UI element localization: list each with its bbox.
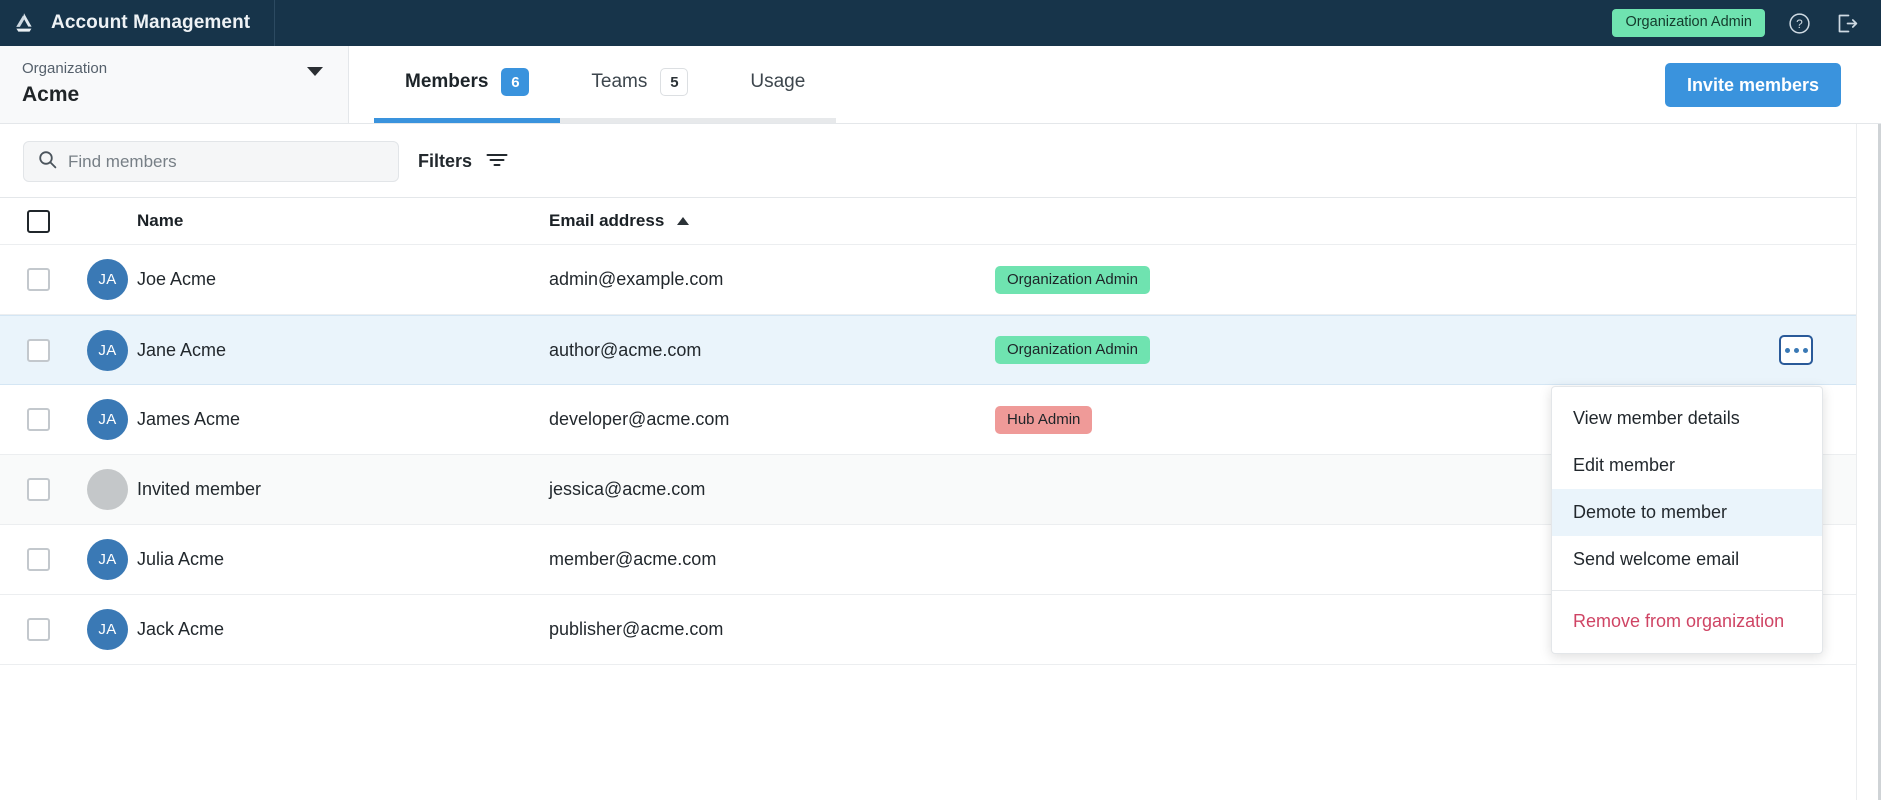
role-badge: Organization Admin: [995, 336, 1150, 364]
member-role-cell: Organization Admin: [992, 265, 1856, 294]
vertical-scrollbar[interactable]: [1856, 124, 1881, 800]
row-checkbox[interactable]: [27, 268, 50, 291]
avatar: JA: [87, 399, 128, 440]
member-email: jessica@acme.com: [549, 479, 706, 499]
top-bar: Account Management Organization Admin ?: [0, 0, 1881, 46]
row-select-cell: [0, 338, 70, 362]
row-select-cell: [0, 478, 70, 501]
menu-item-view-member-details[interactable]: View member details: [1552, 395, 1822, 442]
tab-members-label: Members: [405, 71, 489, 92]
select-all-checkbox[interactable]: [27, 209, 50, 233]
row-context-menu: View member details Edit member Demote t…: [1551, 386, 1823, 654]
column-header-email[interactable]: Email address: [549, 211, 992, 231]
filter-icon: [485, 150, 509, 174]
tab-teams[interactable]: Teams 5: [560, 46, 720, 123]
row-select-cell: [0, 268, 70, 291]
row-checkbox[interactable]: [27, 548, 50, 571]
member-email: developer@acme.com: [549, 409, 730, 429]
current-role-badge: Organization Admin: [1612, 9, 1765, 37]
avatar: JA: [87, 259, 128, 300]
role-badge: Hub Admin: [995, 405, 1093, 434]
menu-item-send-welcome-email[interactable]: Send welcome email: [1552, 536, 1822, 583]
logout-icon[interactable]: [1833, 9, 1861, 37]
member-email: member@acme.com: [549, 549, 717, 569]
menu-divider: [1552, 590, 1822, 591]
organization-name: Acme: [22, 83, 80, 106]
member-role-cell: Organization Admin: [992, 336, 1856, 364]
row-avatar-cell: [70, 469, 137, 510]
tab-teams-label: Teams: [591, 71, 648, 92]
row-avatar-cell: JA: [70, 329, 137, 371]
member-name: Jack Acme: [137, 619, 225, 639]
select-all-cell: [0, 209, 70, 233]
member-name: Julia Acme: [137, 549, 225, 569]
member-name: Jane Acme: [137, 339, 227, 360]
row-checkbox[interactable]: [27, 618, 50, 641]
topbar-right-group: Organization Admin ?: [1612, 0, 1861, 46]
column-header-email-label: Email address: [549, 211, 665, 230]
tab-bar: Members 6 Teams 5 Usage: [374, 46, 837, 123]
question-circle-icon[interactable]: ?: [1785, 9, 1813, 37]
row-avatar-cell: JA: [70, 539, 137, 580]
member-email: publisher@acme.com: [549, 619, 724, 639]
row-avatar-cell: JA: [70, 399, 137, 440]
app-title: Account Management: [51, 12, 251, 33]
row-select-cell: [0, 408, 70, 431]
row-checkbox[interactable]: [27, 408, 50, 431]
row-checkbox[interactable]: [27, 338, 50, 362]
search-box[interactable]: [23, 141, 399, 182]
avatar: JA: [87, 609, 128, 650]
chevron-down-icon: [307, 66, 323, 94]
search-icon: [38, 150, 57, 174]
sub-header: Organization Acme Members 6 Teams 5 Usag…: [0, 46, 1881, 124]
invite-members-button[interactable]: Invite members: [1664, 63, 1841, 107]
member-name: Invited member: [137, 479, 262, 499]
table-row[interactable]: JA Jane Acme author@acme.com Organizatio…: [0, 315, 1856, 385]
row-select-cell: [0, 618, 70, 641]
row-select-cell: [0, 548, 70, 571]
menu-item-remove-from-organization[interactable]: Remove from organization: [1552, 598, 1822, 645]
organization-label: Organization: [22, 60, 108, 77]
sort-ascending-icon: [677, 217, 690, 225]
svg-text:?: ?: [1796, 17, 1803, 31]
tab-teams-count: 5: [660, 68, 689, 96]
search-input[interactable]: [68, 142, 398, 181]
avatar: JA: [87, 329, 128, 371]
role-badge: Organization Admin: [995, 265, 1150, 294]
menu-item-edit-member[interactable]: Edit member: [1552, 442, 1822, 489]
brand-block: Account Management: [0, 0, 275, 46]
tab-usage[interactable]: Usage: [719, 46, 837, 123]
filters-label: Filters: [418, 151, 473, 171]
avatar: JA: [87, 539, 128, 580]
tab-members[interactable]: Members 6: [374, 46, 561, 123]
list-toolbar: Filters: [0, 124, 1881, 198]
triangle-recycle-logo-icon: [11, 10, 37, 36]
organization-selector[interactable]: Organization Acme: [0, 46, 349, 123]
member-email: author@acme.com: [549, 339, 702, 360]
tab-members-count: 6: [501, 68, 530, 96]
kebab-menu-icon[interactable]: [1779, 335, 1813, 365]
member-name: Joe Acme: [137, 269, 217, 289]
member-name: James Acme: [137, 409, 241, 429]
avatar: [87, 469, 128, 510]
member-email: admin@example.com: [549, 269, 724, 289]
filters-button[interactable]: Filters: [418, 141, 509, 182]
row-avatar-cell: JA: [70, 609, 137, 650]
table-row[interactable]: JA Joe Acme admin@example.com Organizati…: [0, 245, 1856, 315]
row-checkbox[interactable]: [27, 478, 50, 501]
row-avatar-cell: JA: [70, 259, 137, 300]
column-header-name[interactable]: Name: [137, 211, 549, 231]
table-header-row: Name Email address: [0, 198, 1856, 245]
menu-item-demote-to-member[interactable]: Demote to member: [1552, 489, 1822, 536]
tab-usage-label: Usage: [750, 71, 806, 92]
